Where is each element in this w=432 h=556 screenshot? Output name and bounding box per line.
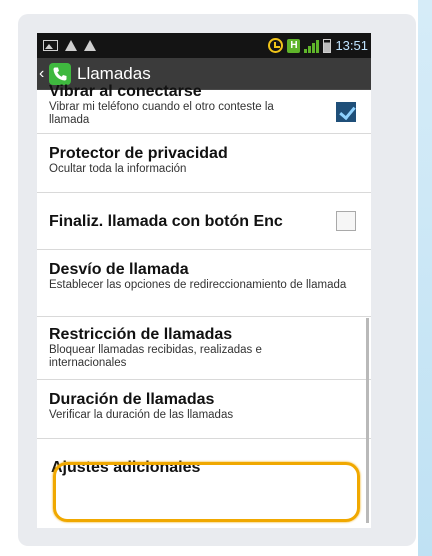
setting-title: Vibrar al conectarse	[49, 83, 202, 100]
setting-call-barring[interactable]: Restricción de llamadas Bloquear llamada…	[37, 317, 371, 380]
signal-icon	[304, 39, 320, 53]
setting-subtitle: Establecer las opciones de redireccionam…	[49, 279, 347, 291]
setting-title: Restricción de llamadas	[49, 326, 233, 343]
alarm-icon	[268, 38, 284, 53]
chevron-left-icon[interactable]: ‹	[39, 65, 49, 83]
settings-list: Vibrar al conectarse Vibrar mi teléfono …	[37, 83, 371, 499]
setting-title: Finaliz. llamada con botón Enc	[49, 213, 283, 230]
image-icon	[43, 40, 58, 51]
setting-subtitle: Ocultar toda la información	[49, 163, 187, 175]
setting-title: Desvío de llamada	[49, 261, 189, 278]
page-title: Llamadas	[77, 63, 151, 83]
scrollbar[interactable]	[366, 318, 369, 523]
setting-call-duration[interactable]: Duración de llamadas Verificar la duraci…	[37, 380, 371, 439]
warning-icon	[65, 40, 77, 51]
setting-vibrate-on-connect[interactable]: Vibrar al conectarse Vibrar mi teléfono …	[37, 83, 371, 134]
vibrate-checkbox[interactable]	[336, 102, 356, 122]
end-call-checkbox[interactable]	[336, 211, 356, 231]
setting-privacy-protector[interactable]: Protector de privacidad Ocultar toda la …	[37, 134, 371, 193]
setting-title: Duración de llamadas	[49, 391, 215, 408]
setting-subtitle: Bloquear llamadas recibidas, realizadas …	[49, 344, 262, 369]
status-bar: H 13:51	[37, 33, 371, 58]
hspa-icon: H	[287, 38, 301, 53]
setting-title: Protector de privacidad	[49, 145, 228, 162]
page-edge-decoration	[418, 0, 432, 556]
setting-subtitle: Vibrar mi teléfono cuando el otro contes…	[49, 101, 274, 126]
setting-call-forwarding[interactable]: Desvío de llamada Establecer las opcione…	[37, 250, 371, 317]
highlight-outline	[53, 462, 360, 522]
status-time: 13:51	[335, 38, 368, 53]
phone-screen: H 13:51 ‹ Llamadas Vibrar al conectarse …	[37, 33, 371, 528]
battery-icon	[323, 38, 332, 53]
setting-subtitle: Verificar la duración de las llamadas	[49, 409, 234, 421]
warning-icon	[84, 40, 96, 51]
phone-icon[interactable]	[49, 62, 71, 85]
setting-end-call-power-button[interactable]: Finaliz. llamada con botón Enc	[37, 193, 371, 250]
